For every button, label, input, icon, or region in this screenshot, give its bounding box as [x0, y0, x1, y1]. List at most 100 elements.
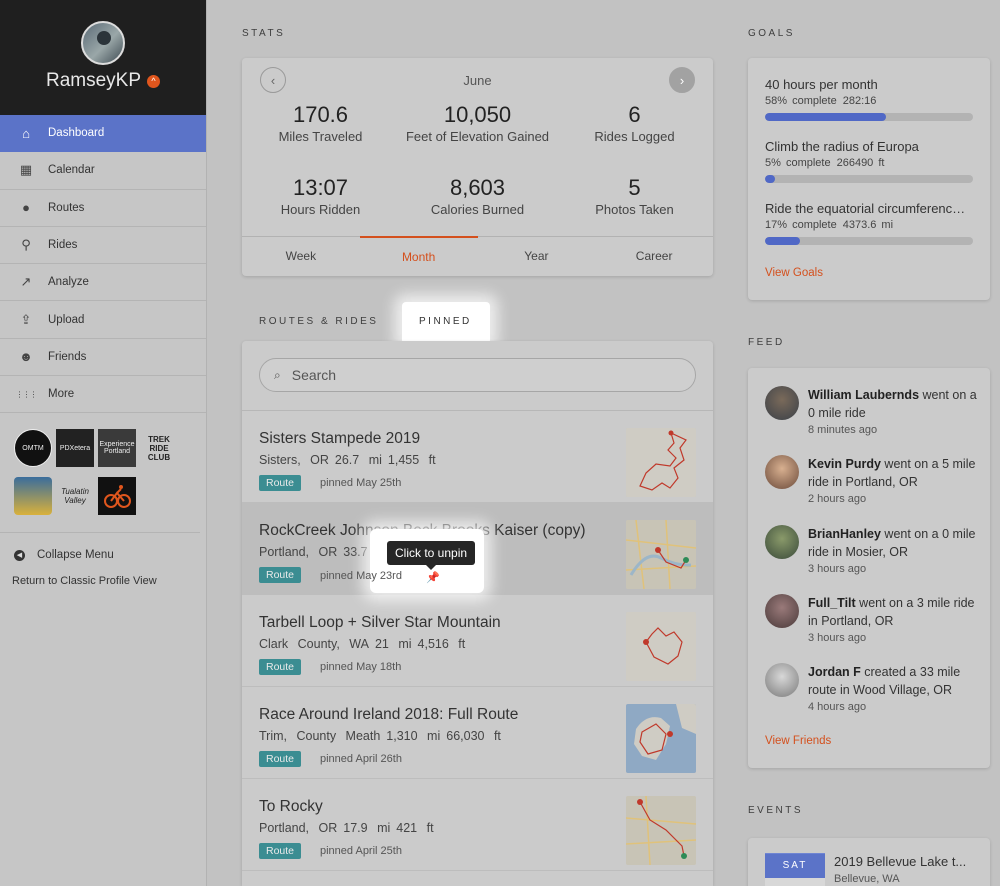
goal-name: Climb the radius of Europa: [765, 139, 919, 154]
tab-week[interactable]: Week: [242, 237, 360, 276]
sidebar-item-friends[interactable]: ☻ Friends: [0, 339, 206, 377]
goal-progress-bar: [765, 237, 973, 245]
sidebar-item-upload[interactable]: ⇪ Upload: [0, 301, 206, 339]
avatar[interactable]: [765, 386, 799, 420]
feed-item[interactable]: Jordan F created a 33 mile route in Wood…: [765, 663, 980, 727]
club-logo-cyclist[interactable]: [98, 476, 136, 515]
route-map-thumbnail[interactable]: [626, 520, 696, 589]
sidebar-item-more[interactable]: ⋮⋮⋮ More: [0, 376, 206, 414]
tab-routes-rides[interactable]: ROUTES & RIDES: [259, 316, 378, 327]
feed-user[interactable]: Kevin Purdy: [808, 457, 881, 471]
route-pinned-date: pinned April 25th: [320, 845, 402, 857]
avatar[interactable]: [765, 455, 799, 489]
route-name[interactable]: Tarbell Loop + Silver Star Mountain: [259, 614, 501, 632]
route-pinned-date: pinned May 25th: [320, 477, 402, 489]
search-box[interactable]: ⌕: [259, 358, 696, 392]
route-name[interactable]: Race Around Ireland 2018: Full Route: [259, 706, 518, 724]
tab-pinned[interactable]: PINNED: [419, 316, 472, 327]
goal-item[interactable]: Climb the radius of Europa 5% complete 26…: [748, 120, 990, 183]
feed-time: 3 hours ago: [808, 632, 867, 644]
feed-item[interactable]: Kevin Purdy went on a 5 mile ride in Por…: [765, 455, 980, 519]
feed-item[interactable]: BrianHanley went on a 0 mile ride in Mos…: [765, 525, 980, 589]
club-logo-omtm[interactable]: OMTM: [14, 429, 52, 468]
view-friends-link[interactable]: View Friends: [765, 735, 831, 747]
route-map-thumbnail[interactable]: [626, 612, 696, 681]
tab-career[interactable]: Career: [595, 237, 713, 276]
goal-progress-text: 5% complete 266490 ft: [765, 157, 885, 169]
club-logo-jersey[interactable]: [14, 476, 52, 515]
stats-card: ‹ June › 170.6 Miles Traveled 10,050 Feet …: [242, 58, 713, 276]
events-card[interactable]: SAT 2019 Bellevue Lake t... Bellevue, WA: [748, 838, 990, 886]
tab-year[interactable]: Year: [478, 237, 596, 276]
goal-item[interactable]: 40 hours per month 58% complete 282:16: [748, 58, 990, 121]
avatar[interactable]: [765, 663, 799, 697]
map-pin-icon: ●: [22, 200, 30, 216]
avatar[interactable]: [765, 525, 799, 559]
route-name[interactable]: Sisters Stampede 2019: [259, 430, 420, 448]
event-title[interactable]: 2019 Bellevue Lake t...: [834, 854, 966, 869]
search-input[interactable]: [291, 367, 652, 383]
routes-card: ⌕ Sisters Stampede 2019 Sisters, OR26.7 …: [242, 341, 713, 886]
feed-item[interactable]: Full_Tilt went on a 3 mile ride in Portl…: [765, 594, 980, 658]
club-logo-tualatin-valley[interactable]: Tualatin Valley: [56, 476, 94, 515]
route-row[interactable]: To Rocky Portland, OR 17.9 mi 421 ft Route…: [242, 779, 713, 871]
sidebar-item-rides[interactable]: ⚲ Rides: [0, 227, 206, 265]
club-logo-experience-portland[interactable]: Experience Portland: [98, 429, 136, 468]
prev-month-button[interactable]: ‹: [260, 67, 286, 93]
next-month-button[interactable]: ›: [668, 67, 695, 93]
avatar[interactable]: [81, 21, 125, 65]
stats-grid: 170.6 Miles Traveled 10,050 Feet of Elevat…: [242, 102, 713, 236]
route-row[interactable]: Tarbell Loop + Silver Star Mountain Clar…: [242, 595, 713, 687]
sidebar: RamseyKP ^ ⌂ Dashboard ▦ Calendar ● Rout…: [0, 0, 207, 886]
cyclist-icon: [104, 484, 131, 508]
profile-header: RamseyKP ^: [0, 0, 206, 115]
sidebar-item-label: More: [48, 388, 75, 401]
route-name[interactable]: To Rocky: [259, 798, 323, 816]
goal-progress-text: 58% complete 282:16: [765, 95, 877, 107]
home-icon: ⌂: [22, 125, 30, 141]
chevron-left-icon: ‹: [270, 72, 276, 88]
sidebar-item-routes[interactable]: ● Routes: [0, 190, 206, 227]
club-logo-trek[interactable]: TREK RIDE CLUB: [140, 429, 178, 468]
route-row[interactable]: Sisters Stampede 2019 Sisters, OR 26.7 mi…: [242, 411, 713, 503]
goals-card: 40 hours per month 58% complete 282:16 Cl…: [748, 58, 990, 300]
sidebar-item-calendar[interactable]: ▦ Calendar: [0, 152, 206, 190]
route-row[interactable]: Race Around Ireland 2018: Full Route Tri…: [242, 687, 713, 779]
feed-user[interactable]: William Laubernds: [808, 388, 919, 402]
sidebar-item-label: Rides: [48, 239, 78, 252]
goal-name: Ride the equatorial circumference of Ear…: [765, 201, 971, 216]
feed-user[interactable]: Full_Tilt: [808, 596, 856, 610]
view-goals-link[interactable]: View Goals: [765, 267, 823, 279]
sidebar-item-analyze[interactable]: ↗ Analyze: [0, 264, 206, 302]
route-meta: Portland, OR 17.9 mi 421 ft: [259, 821, 434, 835]
pin-icon[interactable]: 📌: [426, 571, 440, 584]
tab-month[interactable]: Month: [359, 236, 478, 276]
feed-time: 4 hours ago: [808, 701, 867, 713]
goal-item[interactable]: Ride the equatorial circumference of Ear…: [748, 182, 990, 245]
feed-user[interactable]: BrianHanley: [808, 527, 881, 541]
classic-profile-link[interactable]: Return to Classic Profile View: [0, 561, 206, 587]
feed-user[interactable]: Jordan F: [808, 665, 861, 679]
collapse-menu-label: Collapse Menu: [37, 549, 114, 562]
sidebar-item-label: Upload: [48, 313, 85, 326]
route-map-thumbnail[interactable]: [626, 704, 696, 773]
route-map-thumbnail[interactable]: [626, 796, 696, 865]
sidebar-item-label: Friends: [48, 350, 87, 363]
calendar-icon: ▦: [19, 162, 33, 178]
stat-photos: 5 Photos Taken: [595, 175, 674, 217]
club-logo-pdxetera[interactable]: PDXetera: [56, 429, 94, 468]
sidebar-item-label: Routes: [48, 201, 85, 214]
feed-item[interactable]: William Laubernds went on a 0 mile ride 8…: [765, 386, 980, 450]
avatar[interactable]: [765, 594, 799, 628]
profile-name[interactable]: RamseyKP: [46, 70, 141, 92]
route-map-thumbnail[interactable]: [626, 428, 696, 497]
collapse-menu-button[interactable]: ◀ Collapse Menu: [0, 533, 206, 561]
sidebar-item-dashboard[interactable]: ⌂ Dashboard: [0, 115, 206, 153]
grid-icon: ⋮⋮⋮: [15, 389, 38, 399]
goal-progress-fill: [765, 237, 801, 245]
feed-section-label: FEED: [748, 337, 785, 348]
route-meta: Sisters, OR 26.7 mi 1,455 ft: [259, 453, 436, 467]
route-meta: Trim, County Meath 1,310 mi 66,030 ft: [259, 729, 501, 743]
stats-header: ‹ June ›: [242, 58, 713, 102]
events-section-label: EVENTS: [748, 805, 804, 816]
